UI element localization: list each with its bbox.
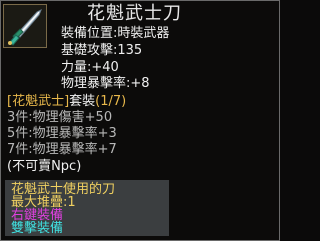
set-count: (1/7) [95,94,127,109]
stat-equip-slot: 裝備位置:時裝武器 [61,26,170,41]
double-click-equip: 雙擊裝備 [11,221,64,236]
set-bonus-7: 7件:物理暴擊率+7 [7,142,117,157]
sword-icon [4,5,46,47]
set-label: 套裝 [69,94,96,109]
description-box: 花魁武士使用的刀 最大堆疊:1 右鍵裝備 雙擊裝備 [5,180,169,236]
tradable-note: (不可賣Npc) [7,159,82,174]
stat-physical-crit: 物理暴擊率:+8 [61,76,150,91]
item-icon-frame [3,4,47,48]
item-name: 花魁武士刀 [87,3,182,24]
set-name: [花魁武士] [7,94,70,109]
item-tooltip: 花魁武士刀 裝備位置:時裝武器 基礎攻擊:135 力量:+40 物理暴擊率:+8… [0,0,280,241]
stat-base-attack: 基礎攻擊:135 [61,43,143,58]
